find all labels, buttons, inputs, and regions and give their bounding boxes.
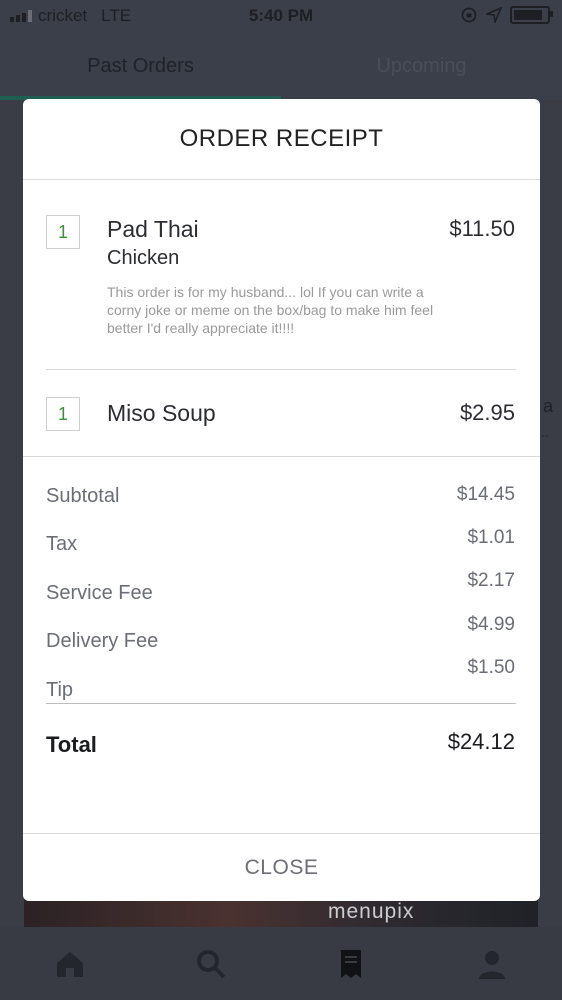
- receipt-icon: [341, 949, 362, 978]
- battery-icon: [510, 6, 553, 24]
- item-special-instructions: This order is for my husband... lol If y…: [107, 284, 434, 336]
- order-tabs: Past Orders Upcoming: [0, 32, 562, 100]
- tab-past-orders[interactable]: Past Orders: [0, 32, 281, 100]
- status-right: [460, 6, 553, 24]
- close-button[interactable]: CLOSE: [23, 834, 540, 901]
- background-text: a: [543, 396, 554, 416]
- nav-search[interactable]: [141, 927, 282, 1000]
- modal-title: ORDER RECEIPT: [179, 125, 384, 152]
- location-arrow-icon: [486, 7, 502, 23]
- nav-home[interactable]: [0, 927, 141, 1000]
- item-quantity: 1: [46, 215, 80, 249]
- item-price: $2.95: [459, 400, 515, 425]
- tip-label: Tip: [46, 679, 74, 701]
- item-name: Miso Soup: [107, 400, 216, 426]
- tax-value: $1.01: [467, 527, 515, 548]
- service-fee-label: Service Fee: [46, 582, 153, 604]
- delivery-fee-value: $4.99: [467, 614, 515, 635]
- item-name: Pad Thai: [107, 216, 199, 242]
- orientation-lock-icon: [461, 7, 477, 23]
- subtotal-label: Subtotal: [46, 485, 120, 507]
- order-receipt-modal: ORDER RECEIPT 1 Pad Thai Chicken This or…: [23, 99, 540, 901]
- nav-account[interactable]: [422, 927, 562, 1000]
- total-value: $24.12: [447, 729, 515, 754]
- item-quantity: 1: [46, 397, 80, 431]
- tax-label: Tax: [46, 533, 78, 555]
- tip-value: $1.50: [467, 657, 515, 678]
- divider: [46, 369, 516, 370]
- item-price: $11.50: [449, 216, 515, 241]
- background-text: ..: [541, 424, 549, 440]
- search-icon: [196, 949, 226, 978]
- divider: [46, 703, 516, 704]
- divider: [23, 179, 540, 180]
- delivery-fee-label: Delivery Fee: [46, 630, 159, 652]
- watermark: menupix: [328, 900, 415, 923]
- home-icon: [57, 951, 84, 977]
- bottom-nav: [0, 927, 562, 1000]
- subtotal-value: $14.45: [456, 484, 515, 505]
- status-bar: cricket LTE 5:40 PM: [0, 0, 562, 32]
- item-option: Chicken: [107, 247, 180, 269]
- tab-upcoming[interactable]: Upcoming: [281, 32, 562, 100]
- nav-orders[interactable]: [281, 927, 422, 1000]
- total-label: Total: [46, 732, 97, 757]
- service-fee-value: $2.17: [467, 570, 515, 591]
- divider: [23, 456, 540, 457]
- account-icon: [478, 950, 505, 979]
